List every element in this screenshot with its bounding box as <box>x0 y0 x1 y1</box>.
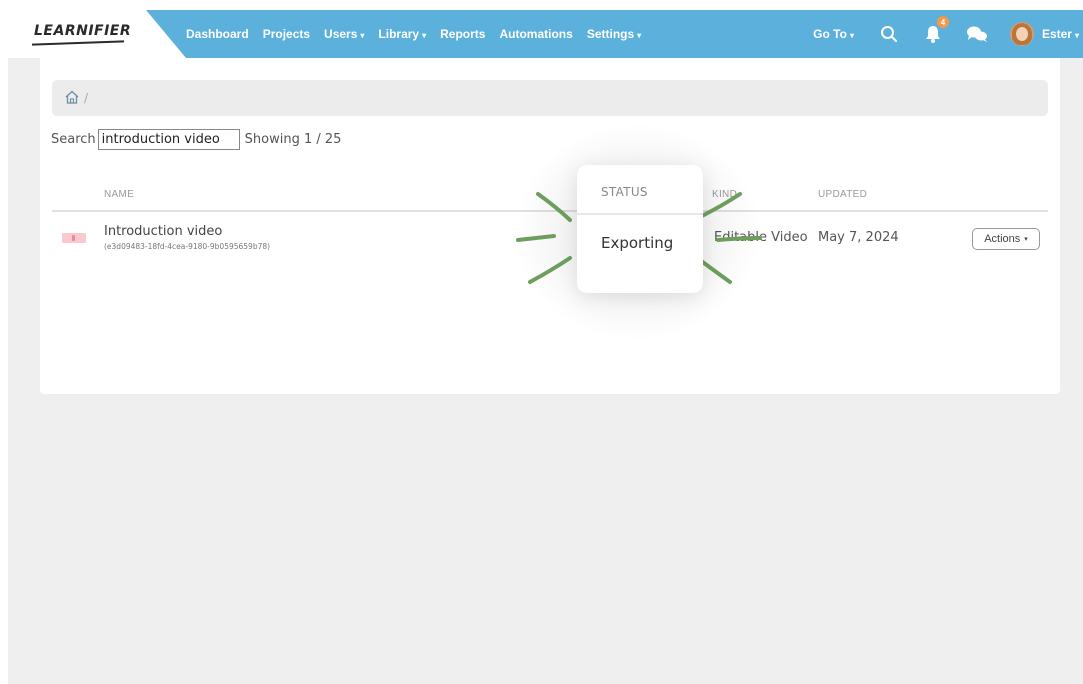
actions-button[interactable]: Actions ▾ <box>972 228 1040 250</box>
chevron-down-icon: ▾ <box>849 31 854 40</box>
nav-projects[interactable]: Projects <box>263 27 310 41</box>
top-navigation-bar: LEARNIFIER Dashboard Projects Users ▾ Lib… <box>8 10 1083 58</box>
search-row: Search Showing 1 / 25 <box>51 129 341 150</box>
nav-dashboard[interactable]: Dashboard <box>186 27 249 41</box>
column-header-updated[interactable]: UPDATED <box>818 189 867 200</box>
nav-projects-label: Projects <box>262 27 311 41</box>
main-nav: Dashboard Projects Users ▾ Library ▾ Repor… <box>186 10 655 58</box>
avatar[interactable] <box>1009 22 1034 46</box>
item-id: (e3d09483-18fd-4cea-9180-9b0595659b78) <box>104 242 271 251</box>
nav-dashboard-label: Dashboard <box>186 27 249 41</box>
notification-badge: 4 <box>936 16 949 28</box>
breadcrumb-separator: / <box>84 91 89 105</box>
logo-area: LEARNIFIER <box>8 10 198 58</box>
goto-menu[interactable]: Go To ▾ <box>813 27 854 41</box>
nav-reports-label: Reports <box>440 27 486 41</box>
avatar-face <box>1015 27 1028 41</box>
nav-users[interactable]: Users ▾ <box>324 27 364 41</box>
header-right: Go To ▾ 4 Ester ▾ <box>813 10 1083 58</box>
nav-settings[interactable]: Settings ▾ <box>587 27 641 41</box>
chevron-down-icon: ▾ <box>360 31 365 40</box>
user-menu[interactable]: Ester ▾ <box>1042 27 1079 41</box>
page-background: / Search Showing 1 / 25 NAME KIND UPDATE… <box>8 58 1083 684</box>
chevron-down-icon: ▾ <box>422 31 427 40</box>
nav-users-label: Users <box>324 27 358 41</box>
nav-reports[interactable]: Reports <box>440 27 485 41</box>
nav-automations[interactable]: Automations <box>499 27 572 41</box>
logo[interactable]: LEARNIFIER <box>34 23 131 39</box>
video-thumbnail <box>62 233 86 243</box>
status-popout: STATUS Exporting <box>577 165 703 293</box>
chevron-down-icon: ▾ <box>637 31 642 40</box>
search-icon[interactable] <box>878 23 900 45</box>
chat-icon[interactable] <box>966 23 988 45</box>
breadcrumb: / <box>52 80 1048 116</box>
status-value: Exporting <box>601 234 674 252</box>
goto-label: Go To <box>813 27 847 41</box>
home-icon[interactable] <box>64 89 80 108</box>
search-input[interactable] <box>97 129 240 150</box>
results-count: Showing 1 / 25 <box>244 132 342 147</box>
bell-icon[interactable]: 4 <box>922 16 949 45</box>
chevron-down-icon: ▾ <box>1074 31 1079 40</box>
column-header-name[interactable]: NAME <box>104 189 134 200</box>
nav-settings-label: Settings <box>586 27 635 41</box>
actions-label: Actions <box>984 233 1021 245</box>
column-header-status[interactable]: STATUS <box>601 185 648 199</box>
status-divider <box>577 213 703 215</box>
nav-library-label: Library <box>378 27 420 41</box>
item-updated: May 7, 2024 <box>818 230 899 245</box>
nav-automations-label: Automations <box>499 27 573 41</box>
user-name: Ester <box>1041 27 1072 41</box>
chevron-down-icon: ▾ <box>1024 236 1028 243</box>
search-label: Search <box>51 132 96 147</box>
item-name[interactable]: Introduction video <box>104 224 222 239</box>
nav-library[interactable]: Library ▾ <box>378 27 426 41</box>
